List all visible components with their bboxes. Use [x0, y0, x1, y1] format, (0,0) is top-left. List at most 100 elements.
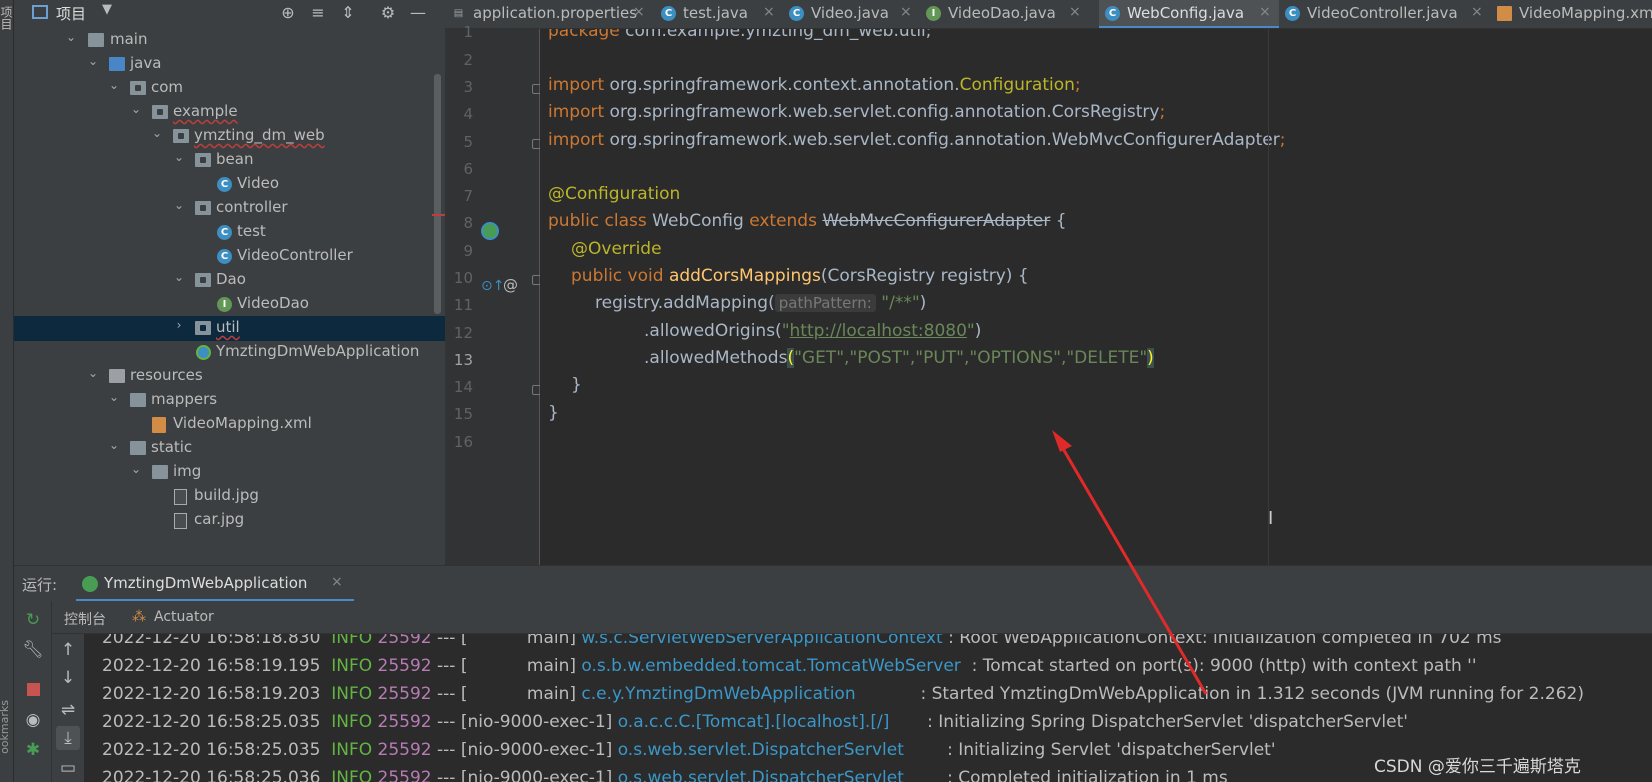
- folder-icon: [152, 465, 168, 479]
- debug-icon[interactable]: ✱: [22, 739, 44, 761]
- tree-item-label: img: [173, 462, 202, 480]
- tree-item-bean[interactable]: ⌄ bean: [14, 148, 445, 173]
- image-file-icon: [174, 489, 187, 505]
- tab-webconfig-java[interactable]: C WebConfig.java ×: [1099, 0, 1279, 28]
- tree-item-example[interactable]: ⌄ example: [14, 100, 445, 125]
- chevron-right-icon[interactable]: ›: [172, 318, 186, 332]
- tab-application-properties[interactable]: ▤ application.properties ×: [445, 0, 655, 28]
- chevron-down-icon[interactable]: ⌄: [129, 102, 143, 116]
- wrench-icon[interactable]: 🔧︎: [22, 639, 44, 661]
- locate-icon[interactable]: ⊕: [279, 3, 297, 22]
- chevron-down-icon[interactable]: ▼: [102, 2, 112, 17]
- right-margin-guide: [1268, 29, 1269, 565]
- log-line: 2022-12-20 16:58:19.195 INFO 25592 --- […: [102, 656, 1477, 676]
- print-icon[interactable]: ▭: [56, 756, 80, 780]
- interface-icon: I: [217, 297, 232, 312]
- arrow-down-icon[interactable]: ↓: [56, 666, 80, 690]
- chevron-down-icon[interactable]: ⌄: [86, 54, 100, 68]
- close-icon[interactable]: ×: [331, 574, 343, 590]
- spring-bean-icon[interactable]: [481, 222, 499, 240]
- collapse-all-icon[interactable]: ⇕: [339, 3, 357, 22]
- tree-item-com[interactable]: ⌄ com: [14, 76, 445, 101]
- tree-item-mappers[interactable]: ⌄ mappers: [14, 388, 445, 413]
- chevron-down-icon[interactable]: ⌄: [107, 390, 121, 404]
- camera-icon[interactable]: ◉: [22, 709, 44, 731]
- line-number: 10: [453, 269, 473, 287]
- project-tool-tab[interactable]: 项目: [0, 6, 15, 30]
- chevron-down-icon[interactable]: ⌄: [172, 198, 186, 212]
- tree-item-test[interactable]: C test: [14, 220, 445, 245]
- close-icon[interactable]: ×: [633, 4, 645, 20]
- annotation-marker-icon[interactable]: @: [503, 276, 518, 294]
- package-icon: [173, 129, 189, 143]
- tab-actuator[interactable]: Actuator: [154, 609, 214, 625]
- xml-file-icon: [152, 417, 166, 433]
- source-folder-icon: [109, 57, 125, 71]
- override-method-icon[interactable]: ⊙↑: [481, 278, 504, 294]
- chevron-down-icon[interactable]: ⌄: [86, 366, 100, 380]
- bookmarks-tool-tab[interactable]: ookmarks: [0, 700, 11, 754]
- tree-item-static[interactable]: ⌄ static: [14, 436, 445, 461]
- gear-icon[interactable]: ⚙: [379, 3, 397, 22]
- close-icon[interactable]: ×: [900, 4, 912, 20]
- chevron-down-icon[interactable]: ⌄: [107, 438, 121, 452]
- chevron-down-icon[interactable]: ⌄: [107, 78, 121, 92]
- code-line-13: .allowedMethods("GET","POST","PUT","OPTI…: [644, 348, 1154, 368]
- tree-item-ymztingdmwebapplication[interactable]: YmztingDmWebApplication: [14, 340, 445, 365]
- chevron-down-icon[interactable]: ⌄: [150, 126, 164, 140]
- tree-item-java[interactable]: ⌄ java: [14, 52, 445, 77]
- tab-videodao-java[interactable]: I VideoDao.java ×: [920, 0, 1089, 28]
- chevron-down-icon[interactable]: ⌄: [172, 150, 186, 164]
- tree-item-label: static: [151, 438, 193, 456]
- class-icon: C: [1285, 6, 1300, 21]
- code-editor[interactable]: package com.example.ymzting_dm_web.util;…: [540, 29, 1652, 565]
- tab-video-java[interactable]: C Video.java ×: [783, 0, 920, 28]
- tree-item-label: build.jpg: [194, 486, 259, 504]
- url-link[interactable]: http://localhost:8080: [790, 321, 967, 341]
- tree-item-car-jpg[interactable]: car.jpg: [14, 508, 445, 533]
- tree-item-videodao[interactable]: I VideoDao: [14, 292, 445, 317]
- tree-item-ymzting-dm-web[interactable]: ⌄ ymzting_dm_web: [14, 124, 445, 149]
- tree-item-label: java: [130, 54, 162, 72]
- arrow-up-icon[interactable]: ↑: [56, 638, 80, 662]
- chevron-down-icon[interactable]: ⌄: [64, 30, 78, 44]
- hide-panel-icon[interactable]: —: [409, 3, 427, 22]
- tree-item-label: Video: [237, 174, 280, 192]
- tree-item-img[interactable]: ⌄ img: [14, 460, 445, 485]
- tab-videocontroller-java[interactable]: C VideoController.java ×: [1279, 0, 1491, 28]
- tab-test-java[interactable]: C test.java ×: [655, 0, 783, 28]
- close-icon[interactable]: ×: [1259, 4, 1271, 20]
- tree-item-videocontroller[interactable]: C VideoController: [14, 244, 445, 269]
- close-icon[interactable]: ×: [763, 4, 775, 20]
- code-line-7: @Configuration: [548, 184, 681, 204]
- chevron-down-icon[interactable]: ⌄: [172, 270, 186, 284]
- tree-item-dao[interactable]: ⌄ Dao: [14, 268, 445, 293]
- left-tool-strip: 项目 ookmarks: [0, 0, 14, 782]
- run-tab[interactable]: YmztingDmWebApplication ×: [76, 566, 354, 602]
- tab-console[interactable]: 控制台: [64, 609, 106, 629]
- close-icon[interactable]: ×: [1069, 4, 1081, 20]
- scroll-to-end-icon[interactable]: ⤓: [56, 726, 80, 750]
- tree-item-resources[interactable]: ⌄ resources: [14, 364, 445, 389]
- project-panel-title[interactable]: 项目: [56, 3, 86, 24]
- stop-icon[interactable]: [22, 679, 44, 701]
- chevron-down-icon[interactable]: ⌄: [129, 462, 143, 476]
- project-scrollbar[interactable]: [434, 74, 441, 314]
- folder-icon: [130, 393, 146, 407]
- tree-item-build-jpg[interactable]: build.jpg: [14, 484, 445, 509]
- soft-wrap-icon[interactable]: ⇌: [56, 698, 80, 722]
- tree-item-main[interactable]: ⌄ main: [14, 28, 445, 53]
- expand-all-icon[interactable]: ≡: [309, 3, 327, 22]
- rerun-icon[interactable]: ↻: [22, 609, 44, 631]
- run-subtab-bar: 控制台 ⁂ Actuator: [52, 601, 1652, 634]
- close-icon[interactable]: ×: [1471, 4, 1483, 20]
- tree-item-videomapping-xml[interactable]: VideoMapping.xml: [14, 412, 445, 437]
- log-line: 2022-12-20 16:58:25.035 INFO 25592 --- […: [102, 740, 1276, 760]
- tab-videomapping-xml[interactable]: VideoMapping.xml: [1491, 0, 1652, 28]
- class-icon: C: [661, 6, 676, 21]
- package-icon: [195, 153, 211, 167]
- tree-item-controller[interactable]: ⌄ controller: [14, 196, 445, 221]
- tree-item-util[interactable]: › util: [14, 316, 445, 341]
- tree-item-video[interactable]: C Video: [14, 172, 445, 197]
- code-line-1: package com.example.ymzting_dm_web.util;: [548, 29, 932, 41]
